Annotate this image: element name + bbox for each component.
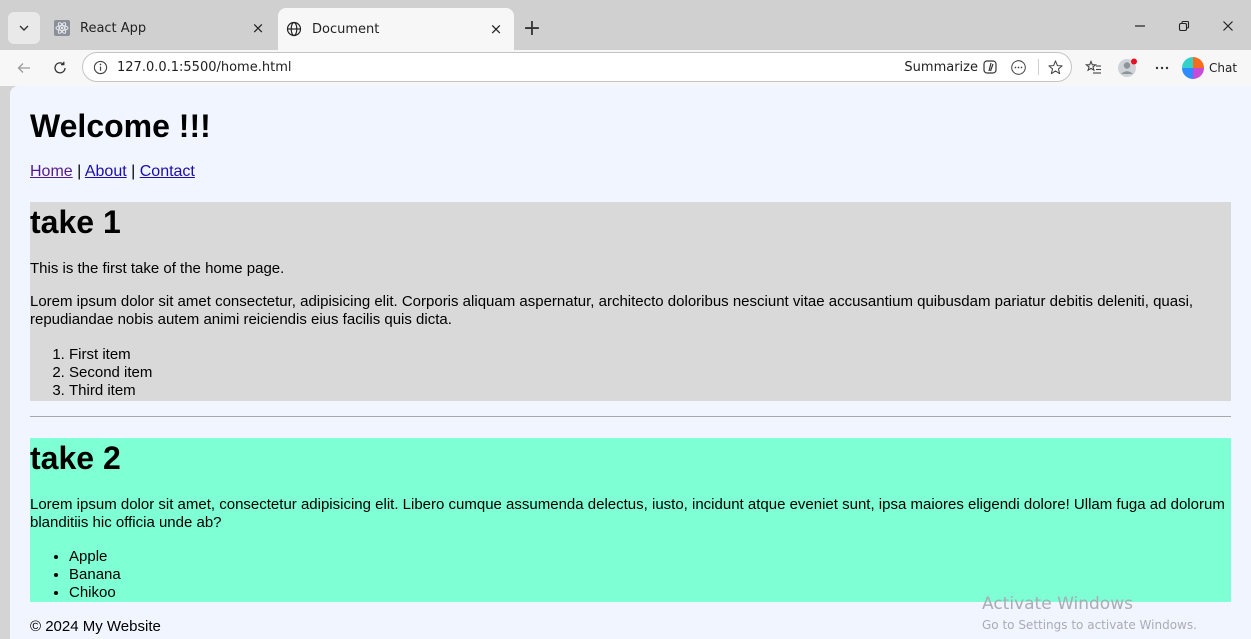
close-window-button[interactable] [1210, 12, 1246, 40]
summarize-button[interactable]: Summarize [904, 58, 1000, 76]
restore-icon [1178, 20, 1190, 32]
summarize-label: Summarize [904, 59, 978, 75]
site-nav: Home | About | Contact [30, 163, 195, 181]
restore-window-button[interactable] [1166, 12, 1202, 40]
take1-ordered-list: First item Second item Third item [69, 346, 152, 400]
page-options-button[interactable] [1006, 55, 1030, 79]
take1-section: take 1 This is the first take of the hom… [30, 202, 1231, 401]
star-icon [1047, 59, 1063, 74]
close-tab-icon[interactable]: × [484, 17, 508, 41]
watermark-title: Activate Windows [982, 594, 1133, 614]
nav-separator: | [131, 163, 136, 180]
nav-link-about[interactable]: About [85, 163, 127, 180]
summarize-icon [983, 60, 997, 74]
list-item: Apple [69, 548, 121, 566]
tab-actions-menu-button[interactable] [8, 12, 40, 44]
browser-toolbar: 127.0.0.1:5500/home.html Summarize Chat [0, 50, 1251, 86]
take2-unordered-list: Apple Banana Chikoo [69, 548, 121, 602]
info-icon[interactable] [91, 58, 109, 76]
avatar-icon [1118, 58, 1137, 77]
globe-icon [286, 21, 302, 37]
favorite-button[interactable] [1043, 55, 1067, 79]
tab-react-app[interactable]: React App × [46, 10, 276, 46]
page-footer: © 2024 My Website [30, 618, 161, 635]
list-item: First item [69, 346, 152, 364]
page-title: Welcome !!! [30, 108, 211, 144]
take2-heading: take 2 [30, 440, 121, 476]
page-viewport: Welcome !!! Home | About | Contact take … [10, 86, 1251, 639]
watermark-subtitle: Go to Settings to activate Windows. [982, 618, 1197, 632]
close-tab-icon[interactable]: × [246, 16, 270, 40]
chevron-down-icon [19, 25, 29, 31]
tab-strip: React App × Document × + [0, 0, 1251, 50]
take1-heading: take 1 [30, 204, 121, 240]
list-item: Second item [69, 364, 152, 382]
more-circle-icon [1010, 59, 1026, 75]
reload-button[interactable] [46, 54, 74, 82]
copilot-icon [1182, 57, 1204, 79]
nav-link-home[interactable]: Home [30, 163, 73, 180]
tab-document[interactable]: Document × [278, 8, 514, 50]
address-bar[interactable]: 127.0.0.1:5500/home.html Summarize [82, 52, 1072, 82]
list-item: Banana [69, 566, 121, 584]
chat-label: Chat [1209, 61, 1238, 75]
minimize-icon [1135, 25, 1145, 27]
new-tab-button[interactable]: + [518, 14, 546, 42]
list-item: Chikoo [69, 584, 121, 602]
tab-title: React App [80, 20, 147, 36]
favorites-button[interactable] [1080, 54, 1108, 82]
take2-lorem: Lorem ipsum dolor sit amet, consectetur … [30, 496, 1225, 531]
minimize-window-button[interactable] [1122, 12, 1158, 40]
arrow-left-icon [17, 63, 30, 73]
tab-title: Document [312, 21, 380, 37]
settings-more-button[interactable] [1148, 54, 1176, 82]
profile-button[interactable] [1114, 54, 1142, 82]
favorites-list-icon [1085, 60, 1101, 74]
url-text[interactable]: 127.0.0.1:5500/home.html [117, 60, 904, 75]
take1-intro: This is the first take of the home page. [30, 260, 285, 277]
take1-lorem: Lorem ipsum dolor sit amet consectetur, … [30, 293, 1194, 328]
take2-section: take 2 Lorem ipsum dolor sit amet, conse… [30, 438, 1231, 602]
back-button[interactable] [10, 54, 38, 82]
copilot-chat-button[interactable]: Chat [1182, 53, 1246, 83]
reload-icon [54, 61, 66, 74]
separator [1038, 59, 1039, 75]
activate-windows-watermark: Activate Windows Go to Settings to activ… [982, 594, 1197, 632]
nav-link-contact[interactable]: Contact [140, 163, 195, 180]
nav-separator: | [77, 163, 82, 180]
list-item: Third item [69, 382, 152, 400]
react-favicon-icon [54, 20, 70, 36]
ellipsis-icon [1155, 66, 1169, 70]
horizontal-rule [30, 416, 1231, 417]
close-icon [1223, 21, 1233, 31]
